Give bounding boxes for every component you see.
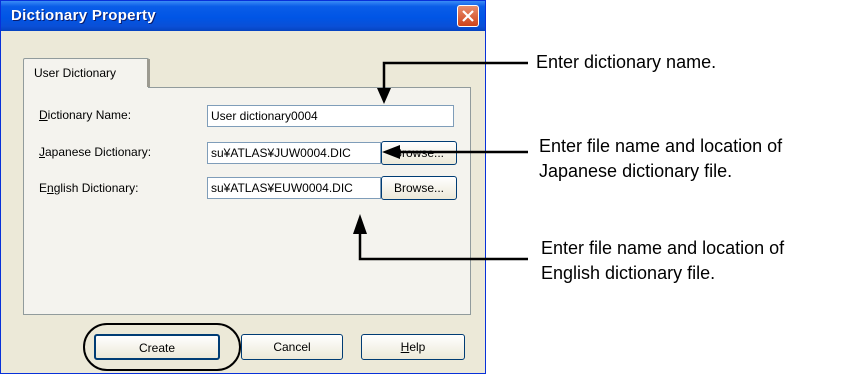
english-arrowhead <box>353 214 367 234</box>
annotation-japanese-line2: Japanese dictionary file. <box>539 161 733 181</box>
japanese-arrowhead <box>382 145 400 159</box>
tab-user-dictionary[interactable]: User Dictionary <box>23 58 149 88</box>
english-callout-line <box>358 230 528 261</box>
tab-label: User Dictionary <box>34 66 117 80</box>
annotation-japanese-line1: Enter file name and location of <box>539 136 783 156</box>
dictionary-name-arrowhead <box>377 88 391 104</box>
tab-edge <box>147 59 150 87</box>
annotation-english-line1: Enter file name and location of <box>541 238 785 258</box>
annotation-english-line2: English dictionary file. <box>541 263 716 283</box>
callout-arrows <box>353 61 528 261</box>
annotation-dictionary-name: Enter dictionary name. <box>536 52 717 72</box>
dictionary-name-callout-line <box>382 61 528 92</box>
